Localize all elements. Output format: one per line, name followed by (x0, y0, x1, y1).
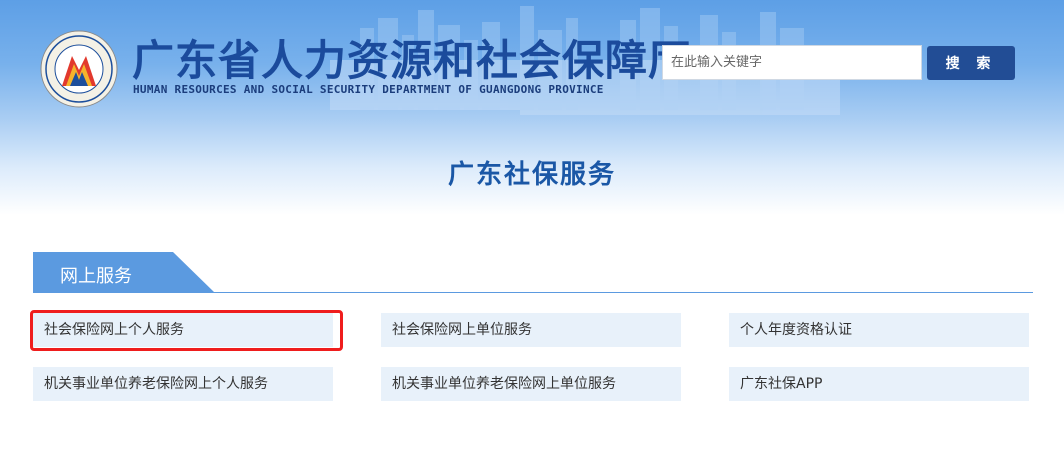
service-link-social-security-app[interactable]: 广东社保APP (729, 367, 1029, 401)
service-link-employer-social-insurance[interactable]: 社会保险网上单位服务 (381, 313, 681, 347)
section-tab-online-services[interactable]: 网上服务 (60, 262, 132, 288)
service-link-institution-pension-personal[interactable]: 机关事业单位养老保险网上个人服务 (33, 367, 333, 401)
site-subtitle: HUMAN RESOURCES AND SOCIAL SECURITY DEPA… (133, 83, 604, 96)
hrss-emblem-icon (40, 30, 118, 108)
service-link-annual-qualification[interactable]: 个人年度资格认证 (729, 313, 1029, 347)
service-link-personal-social-insurance[interactable]: 社会保险网上个人服务 (33, 313, 333, 347)
search-input[interactable] (662, 45, 922, 80)
search-button[interactable]: 搜 索 (927, 46, 1015, 80)
page-title: 广东社保服务 (447, 160, 616, 190)
service-link-institution-pension-employer[interactable]: 机关事业单位养老保险网上单位服务 (381, 367, 681, 401)
section-divider (33, 292, 1033, 293)
site-title: 广东省人力资源和社会保障厅 (132, 36, 692, 85)
